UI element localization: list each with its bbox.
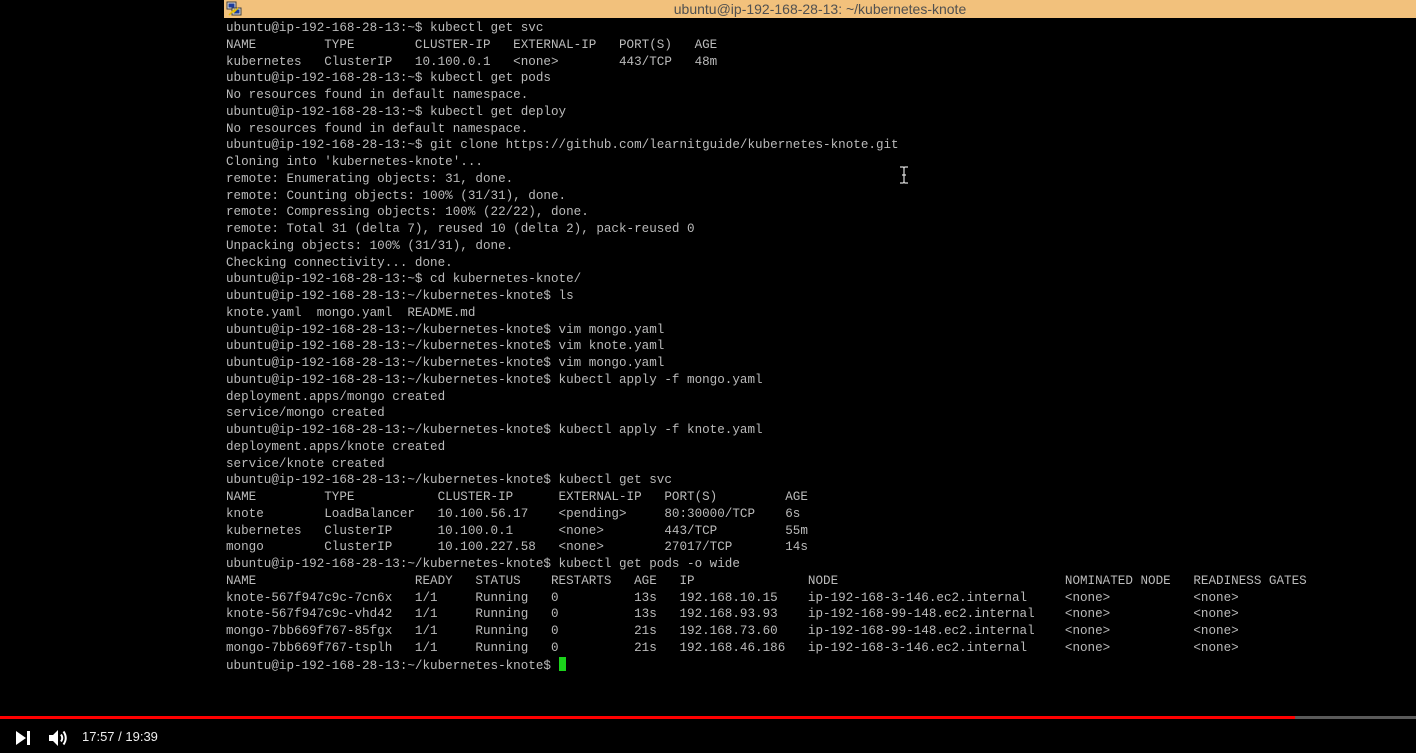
video-controls: 17:57 / 19:39 (0, 716, 1416, 753)
terminal-line: ubuntu@ip-192-168-28-13:~/kubernetes-kno… (226, 322, 665, 337)
terminal-line: mongo ClusterIP 10.100.227.58 <none> 270… (226, 540, 808, 555)
terminal-line: NAME READY STATUS RESTARTS AGE IP NODE N… (226, 573, 1307, 588)
progress-played (0, 716, 1295, 719)
terminal-line: remote: Total 31 (delta 7), reused 10 (d… (226, 222, 695, 236)
terminal-line: knote-567f947c9c-vhd42 1/1 Running 0 13s… (226, 607, 1239, 622)
terminal-line: remote: Enumerating objects: 31, done. (226, 171, 514, 186)
terminal-line: ubuntu@ip-192-168-28-13:~$ kubectl get p… (226, 71, 551, 86)
terminal-line: deployment.apps/knote created (226, 439, 446, 454)
window-title: ubuntu@ip-192-168-28-13: ~/kubernetes-kn… (673, 1, 967, 17)
progress-bar[interactable] (0, 716, 1416, 719)
terminal-line: knote LoadBalancer 10.100.56.17 <pending… (226, 506, 801, 521)
terminal-line: ubuntu@ip-192-168-28-13:~/kubernetes-kno… (226, 372, 763, 387)
terminal-prompt-line: ubuntu@ip-192-168-28-13:~/kubernetes-kno… (226, 656, 1414, 674)
terminal-line: knote.yaml mongo.yaml README.md (226, 305, 476, 320)
terminal-line: mongo-7bb669f767-85fgx 1/1 Running 0 21s… (226, 624, 1239, 638)
terminal-line: service/knote created (226, 456, 385, 471)
terminal-line: ubuntu@ip-192-168-28-13:~$ cd kubernetes… (226, 272, 582, 287)
terminal-line: remote: Counting objects: 100% (31/31), … (226, 188, 567, 203)
terminal-line: knote-567f947c9c-7cn6x 1/1 Running 0 13s… (226, 590, 1239, 605)
terminal-window: ubuntu@ip-192-168-28-13: ~/kubernetes-kn… (224, 0, 1416, 690)
volume-icon[interactable] (46, 726, 70, 750)
terminal-line: NAME TYPE CLUSTER-IP EXTERNAL-IP PORT(S)… (226, 37, 718, 52)
terminal-output[interactable]: ubuntu@ip-192-168-28-13:~$ kubectl get s… (226, 20, 1414, 680)
shell-prompt: ubuntu@ip-192-168-28-13:~/kubernetes-kno… (226, 658, 559, 673)
terminal-line: ubuntu@ip-192-168-28-13:~$ kubectl get d… (226, 104, 567, 119)
terminal-line: NAME TYPE CLUSTER-IP EXTERNAL-IP PORT(S)… (226, 490, 808, 504)
terminal-line: service/mongo created (226, 406, 385, 421)
terminal-line: ubuntu@ip-192-168-28-13:~/kubernetes-kno… (226, 423, 763, 437)
terminal-cursor (558, 656, 566, 671)
putty-icon[interactable] (226, 1, 242, 17)
terminal-line: deployment.apps/mongo created (226, 389, 446, 404)
terminal-line: No resources found in default namespace. (226, 121, 529, 136)
terminal-line: ubuntu@ip-192-168-28-13:~/kubernetes-kno… (226, 356, 665, 370)
time-display: 17:57 / 19:39 (82, 729, 158, 744)
next-icon[interactable] (12, 727, 34, 749)
terminal-line: kubernetes ClusterIP 10.100.0.1 <none> 4… (226, 54, 718, 69)
video-frame: ubuntu@ip-192-168-28-13: ~/kubernetes-kn… (0, 0, 1416, 753)
terminal-line: No resources found in default namespace. (226, 88, 529, 102)
terminal-line: kubernetes ClusterIP 10.100.0.1 <none> 4… (226, 523, 808, 538)
terminal-line: mongo-7bb669f767-tsplh 1/1 Running 0 21s… (226, 640, 1239, 655)
terminal-line: ubuntu@ip-192-168-28-13:~$ git clone htt… (226, 138, 899, 153)
terminal-line: ubuntu@ip-192-168-28-13:~/kubernetes-kno… (226, 557, 740, 571)
terminal-line: remote: Compressing objects: 100% (22/22… (226, 205, 589, 220)
terminal-line: ubuntu@ip-192-168-28-13:~/kubernetes-kno… (226, 289, 574, 303)
terminal-line: ubuntu@ip-192-168-28-13:~/kubernetes-kno… (226, 339, 665, 354)
terminal-line: Checking connectivity... done. (226, 255, 453, 270)
text-cursor-icon (900, 166, 908, 184)
window-titlebar[interactable]: ubuntu@ip-192-168-28-13: ~/kubernetes-kn… (224, 0, 1416, 18)
terminal-line: Cloning into 'kubernetes-knote'... (226, 155, 483, 169)
terminal-line: ubuntu@ip-192-168-28-13:~/kubernetes-kno… (226, 473, 672, 488)
terminal-line: Unpacking objects: 100% (31/31), done. (226, 238, 514, 253)
terminal-line: ubuntu@ip-192-168-28-13:~$ kubectl get s… (226, 21, 544, 35)
